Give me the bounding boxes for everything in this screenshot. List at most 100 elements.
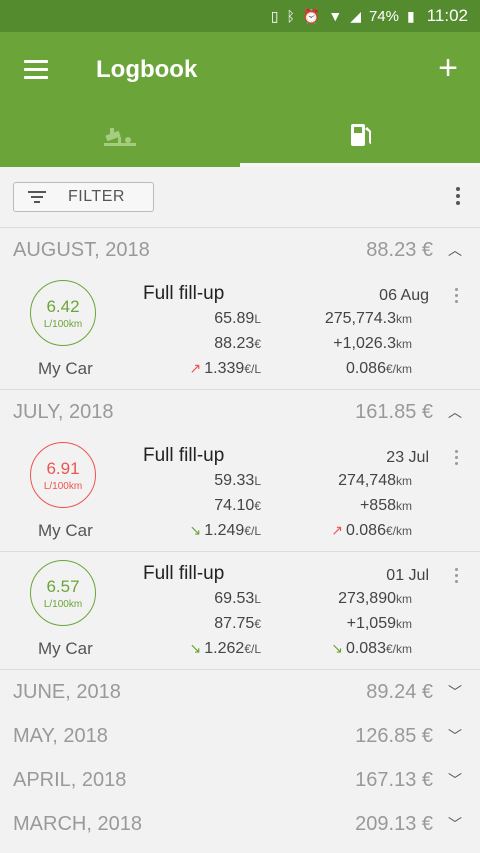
car-name: My Car bbox=[38, 521, 93, 540]
consumption-unit: L/100km bbox=[43, 480, 83, 492]
consumption-value: 6.42 bbox=[46, 296, 80, 316]
fuel-pump-icon bbox=[351, 124, 371, 146]
fillup-cost-unit: € bbox=[254, 337, 261, 351]
clock: 11:02 bbox=[426, 6, 468, 25]
odometer-value: 273,890 bbox=[338, 590, 396, 607]
trend-up-icon: ↗ bbox=[189, 360, 202, 376]
chevron-up-icon[interactable]: ︿ bbox=[448, 402, 462, 422]
consumption-badge: 6.57 L/100km bbox=[30, 560, 96, 626]
month-name: JULY, 2018 bbox=[13, 400, 114, 423]
fillup-cost-value: 87.75 bbox=[214, 615, 255, 632]
fillup-entry[interactable]: 6.57 L/100km My Car Full fill-up 01 Jul 69.53… bbox=[0, 552, 480, 670]
fillup-entry[interactable]: 6.42 L/100km My Car Full fill-up 06 Aug 65.89… bbox=[0, 272, 480, 390]
fuel-price: ↘ 1.249€/L bbox=[190, 522, 261, 540]
odometer: 274,748km bbox=[338, 472, 412, 490]
cost-per-km-value: 0.083 bbox=[345, 640, 386, 657]
distance-unit: km bbox=[396, 337, 412, 351]
page-title: Logbook bbox=[96, 55, 198, 83]
cost-per-km: ↗ 0.086€/km bbox=[331, 522, 412, 540]
status-bar: ▯ ᛒ ⏰ ▼ ◢ 74% ▮ 11:02 bbox=[0, 0, 480, 32]
chevron-down-icon[interactable]: ﹀ bbox=[448, 770, 462, 790]
bluetooth-icon: ᛒ bbox=[286, 8, 295, 24]
distance-value: +1,059 bbox=[346, 615, 396, 632]
filter-bar: FILTER bbox=[0, 167, 480, 228]
signal-icon: ◢ bbox=[350, 7, 361, 24]
fuel-price-value: 1.339 bbox=[204, 360, 245, 377]
month-total: 209.13 € bbox=[355, 812, 433, 835]
month-header[interactable]: MAY, 2018 126.85 € ﹀ bbox=[0, 714, 480, 758]
fillup-date: 23 Jul bbox=[386, 449, 429, 466]
cost-per-km: 0.086€/km bbox=[346, 360, 412, 378]
chevron-down-icon[interactable]: ﹀ bbox=[448, 814, 462, 834]
fuel-price: ↘ 1.262€/L bbox=[190, 640, 261, 658]
trend-up-icon: ↗ bbox=[331, 522, 343, 538]
distance: +1,026.3km bbox=[333, 335, 412, 353]
app-bar: Logbook + bbox=[0, 32, 480, 107]
entry-more-icon[interactable] bbox=[455, 288, 458, 303]
fillup-cost-unit: € bbox=[254, 499, 261, 513]
odometer-unit: km bbox=[396, 312, 412, 326]
tab-fuel[interactable] bbox=[240, 107, 480, 167]
trend-down-icon: ↘ bbox=[189, 522, 202, 538]
month-name: MARCH, 2018 bbox=[13, 812, 142, 835]
more-options-icon[interactable] bbox=[456, 187, 460, 205]
distance-unit: km bbox=[396, 499, 412, 513]
month-header[interactable]: MARCH, 2018 209.13 € ﹀ bbox=[0, 802, 480, 846]
cost-per-km-unit: €/km bbox=[385, 642, 412, 656]
add-icon[interactable]: + bbox=[438, 48, 458, 88]
month-name: AUGUST, 2018 bbox=[13, 238, 150, 261]
chevron-up-icon[interactable]: ︿ bbox=[448, 240, 462, 260]
entry-more-icon[interactable] bbox=[455, 450, 458, 465]
month-header[interactable]: AUGUST, 2018 88.23 € ︿ bbox=[0, 228, 480, 272]
fuel-price-unit: €/L bbox=[244, 642, 261, 656]
tab-service[interactable] bbox=[0, 107, 240, 167]
fillup-type: Full fill-up bbox=[143, 283, 225, 304]
month-header[interactable]: JUNE, 2018 89.24 € ﹀ bbox=[0, 670, 480, 714]
fillup-cost-value: 88.23 bbox=[214, 335, 255, 352]
odometer-unit: km bbox=[396, 592, 412, 606]
fuel-volume: 59.33L bbox=[214, 472, 261, 490]
filter-button[interactable]: FILTER bbox=[13, 182, 154, 212]
month-total: 89.24 € bbox=[366, 680, 433, 703]
fillup-cost: 88.23€ bbox=[214, 335, 261, 353]
cost-per-km-unit: €/km bbox=[385, 524, 412, 538]
distance: +1,059km bbox=[347, 615, 412, 633]
cost-per-km-value: 0.086 bbox=[345, 360, 386, 377]
month-header[interactable]: APRIL, 2018 167.13 € ﹀ bbox=[0, 758, 480, 802]
month-total: 88.23 € bbox=[366, 238, 433, 261]
month-name: MAY, 2018 bbox=[13, 724, 108, 747]
odometer-value: 275,774.3 bbox=[324, 310, 396, 327]
chevron-down-icon[interactable]: ﹀ bbox=[448, 682, 462, 702]
fillup-cost: 87.75€ bbox=[214, 615, 261, 633]
fuel-volume-unit: L bbox=[254, 474, 261, 488]
battery-icon: ▮ bbox=[407, 7, 415, 24]
car-name: My Car bbox=[38, 639, 93, 658]
distance-value: +1,026.3 bbox=[333, 335, 396, 352]
month-total: 161.85 € bbox=[355, 400, 433, 423]
menu-icon[interactable] bbox=[24, 60, 48, 79]
fuel-volume-unit: L bbox=[254, 592, 261, 606]
fuel-volume: 65.89L bbox=[214, 310, 261, 328]
car-lift-icon bbox=[104, 128, 136, 146]
month-name: APRIL, 2018 bbox=[13, 768, 127, 791]
fuel-price: ↗ 1.339€/L bbox=[190, 360, 261, 378]
chevron-down-icon[interactable]: ﹀ bbox=[448, 726, 462, 746]
cost-per-km-value: 0.086 bbox=[345, 522, 386, 539]
fillup-entry[interactable]: 6.91 L/100km My Car Full fill-up 23 Jul 59.33… bbox=[0, 434, 480, 552]
entry-more-icon[interactable] bbox=[455, 568, 458, 583]
month-name: JUNE, 2018 bbox=[13, 680, 121, 703]
odometer-value: 274,748 bbox=[338, 472, 396, 489]
distance-unit: km bbox=[396, 617, 412, 631]
trend-down-icon: ↘ bbox=[331, 640, 343, 656]
month-header[interactable]: JULY, 2018 161.85 € ︿ bbox=[0, 390, 480, 434]
distance-value: +858 bbox=[359, 497, 396, 514]
fuel-price-unit: €/L bbox=[244, 524, 261, 538]
distance: +858km bbox=[360, 497, 412, 515]
fuel-volume: 69.53L bbox=[214, 590, 261, 608]
fillup-cost-unit: € bbox=[254, 617, 261, 631]
logbook-list: AUGUST, 2018 88.23 € ︿ 6.42 L/100km My Car Ful… bbox=[0, 228, 480, 846]
tab-bar bbox=[0, 107, 480, 167]
odometer: 275,774.3km bbox=[325, 310, 412, 328]
month-total: 167.13 € bbox=[355, 768, 433, 791]
consumption-value: 6.91 bbox=[46, 458, 80, 478]
